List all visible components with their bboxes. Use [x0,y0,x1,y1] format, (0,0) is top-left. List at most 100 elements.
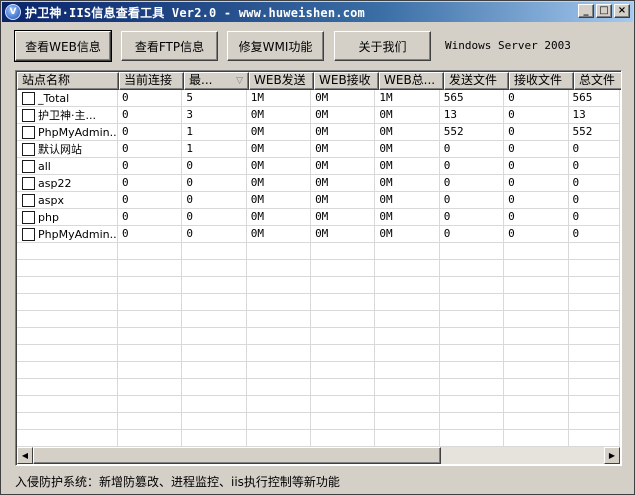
table-cell [375,345,440,362]
table-row[interactable]: 默认网站 0 1 0M 0M 0M 0 0 0 [17,141,620,158]
table-cell [118,294,183,311]
table-row[interactable]: php 0 0 0M 0M 0M 0 0 0 [17,209,620,226]
column-header-label: WEB发送 [254,73,306,87]
maximize-button[interactable]: □ [596,4,612,18]
table-cell [182,345,247,362]
table-cell: 0M [375,192,440,209]
table-cell [247,362,312,379]
site-checkbox[interactable] [22,194,35,207]
table-cell: 0M [311,209,376,226]
site-checkbox[interactable] [22,126,35,139]
table-cell [247,430,312,447]
column-header[interactable]: WEB发送 [249,72,314,90]
table-cell [311,260,376,277]
close-button[interactable]: × [614,4,630,18]
empty-row [17,379,620,396]
table-row[interactable]: 护卫神·主... 0 3 0M 0M 0M 13 0 13 [17,107,620,124]
column-header[interactable]: WEB总... [379,72,444,90]
site-name-cell [17,277,118,294]
table-row[interactable]: PhpMyAdmin... 0 0 0M 0M 0M 0 0 0 [17,226,620,243]
table-cell [247,294,312,311]
empty-row [17,345,620,362]
column-header[interactable]: 站点名称 [17,72,119,90]
table-cell: 0 [440,175,505,192]
table-cell [375,277,440,294]
site-checkbox[interactable] [22,228,35,241]
empty-row [17,260,620,277]
table-cell: 0 [182,226,247,243]
column-header-label: WEB接收 [319,73,371,87]
table-cell [440,413,505,430]
table-row[interactable]: asp22 0 0 0M 0M 0M 0 0 0 [17,175,620,192]
site-name-cell [17,430,118,447]
table-cell [311,277,376,294]
table-cell: 0 [118,141,183,158]
table-cell [118,277,183,294]
table-cell: 1M [247,90,312,107]
table-cell: 0 [440,226,505,243]
view-web-info-button[interactable]: 查看WEB信息 [14,30,112,62]
table-cell: 0 [504,209,569,226]
table-cell [311,413,376,430]
site-checkbox[interactable] [22,92,35,105]
table-row[interactable]: aspx 0 0 0M 0M 0M 0 0 0 [17,192,620,209]
table-cell: 0M [311,175,376,192]
table-cell [569,260,620,277]
site-name-cell: 默认网站 [17,141,118,158]
site-name-label: PhpMyAdmin... [38,227,118,241]
site-checkbox[interactable] [22,143,35,156]
table-cell [247,345,312,362]
table-row[interactable]: _Total 0 5 1M 0M 1M 565 0 565 [17,90,620,107]
column-header[interactable]: 总文件 [574,72,621,90]
table-cell [440,260,505,277]
about-us-button[interactable]: 关于我们 [334,31,431,61]
table-cell: 0 [569,175,620,192]
site-checkbox[interactable] [22,211,35,224]
table-cell: 0M [311,90,376,107]
site-checkbox[interactable] [22,160,35,173]
table-cell [247,260,312,277]
title-bar[interactable]: V 护卫神·IIS信息查看工具 Ver2.0 - www.huweishen.c… [2,2,633,22]
table-cell [182,243,247,260]
table-cell: 0 [569,158,620,175]
view-ftp-info-button[interactable]: 查看FTP信息 [121,31,218,61]
column-header[interactable]: 发送文件 [444,72,509,90]
column-header[interactable]: 最... ▽ [184,72,249,90]
table-cell [440,362,505,379]
table-cell [440,379,505,396]
table-row[interactable]: all 0 0 0M 0M 0M 0 0 0 [17,158,620,175]
table-cell [247,379,312,396]
table-cell [182,362,247,379]
site-name-cell [17,413,118,430]
table-cell: 0M [375,124,440,141]
empty-row [17,243,620,260]
table-cell: 0M [375,175,440,192]
column-header-label: 发送文件 [449,73,498,87]
column-header[interactable]: 接收文件 [509,72,574,90]
scroll-left-arrow-icon[interactable]: ◀ [17,447,33,464]
table-cell [569,277,620,294]
site-checkbox[interactable] [22,109,35,122]
table-cell: 0M [375,158,440,175]
minimize-button[interactable]: _ [578,4,594,18]
table-cell [569,294,620,311]
list-header: 站点名称 当前连接 最... ▽ WEB发送 WEB接收 WEB总... 发送文件 接收文件 总文… [17,72,621,90]
table-cell [182,328,247,345]
fix-wmi-button[interactable]: 修复WMI功能 [227,31,324,61]
scroll-right-arrow-icon[interactable]: ▶ [604,447,620,464]
site-name-cell: all [17,158,118,175]
horizontal-scrollbar[interactable]: ◀ ▶ [17,447,620,464]
scroll-thumb[interactable] [33,447,441,464]
column-header[interactable]: WEB接收 [314,72,379,90]
app-shield-icon: V [5,4,21,20]
table-cell: 0 [118,107,183,124]
site-list-view[interactable]: 站点名称 当前连接 最... ▽ WEB发送 WEB接收 WEB总... 发送文件 接收文件 总文… [15,70,622,466]
column-header[interactable]: 当前连接 [119,72,184,90]
site-name-label: php [38,210,59,224]
table-cell [440,277,505,294]
table-cell: 0M [247,192,312,209]
site-checkbox[interactable] [22,177,35,190]
site-name-cell [17,260,118,277]
table-cell [375,311,440,328]
table-row[interactable]: PhpMyAdmin... 0 1 0M 0M 0M 552 0 552 [17,124,620,141]
